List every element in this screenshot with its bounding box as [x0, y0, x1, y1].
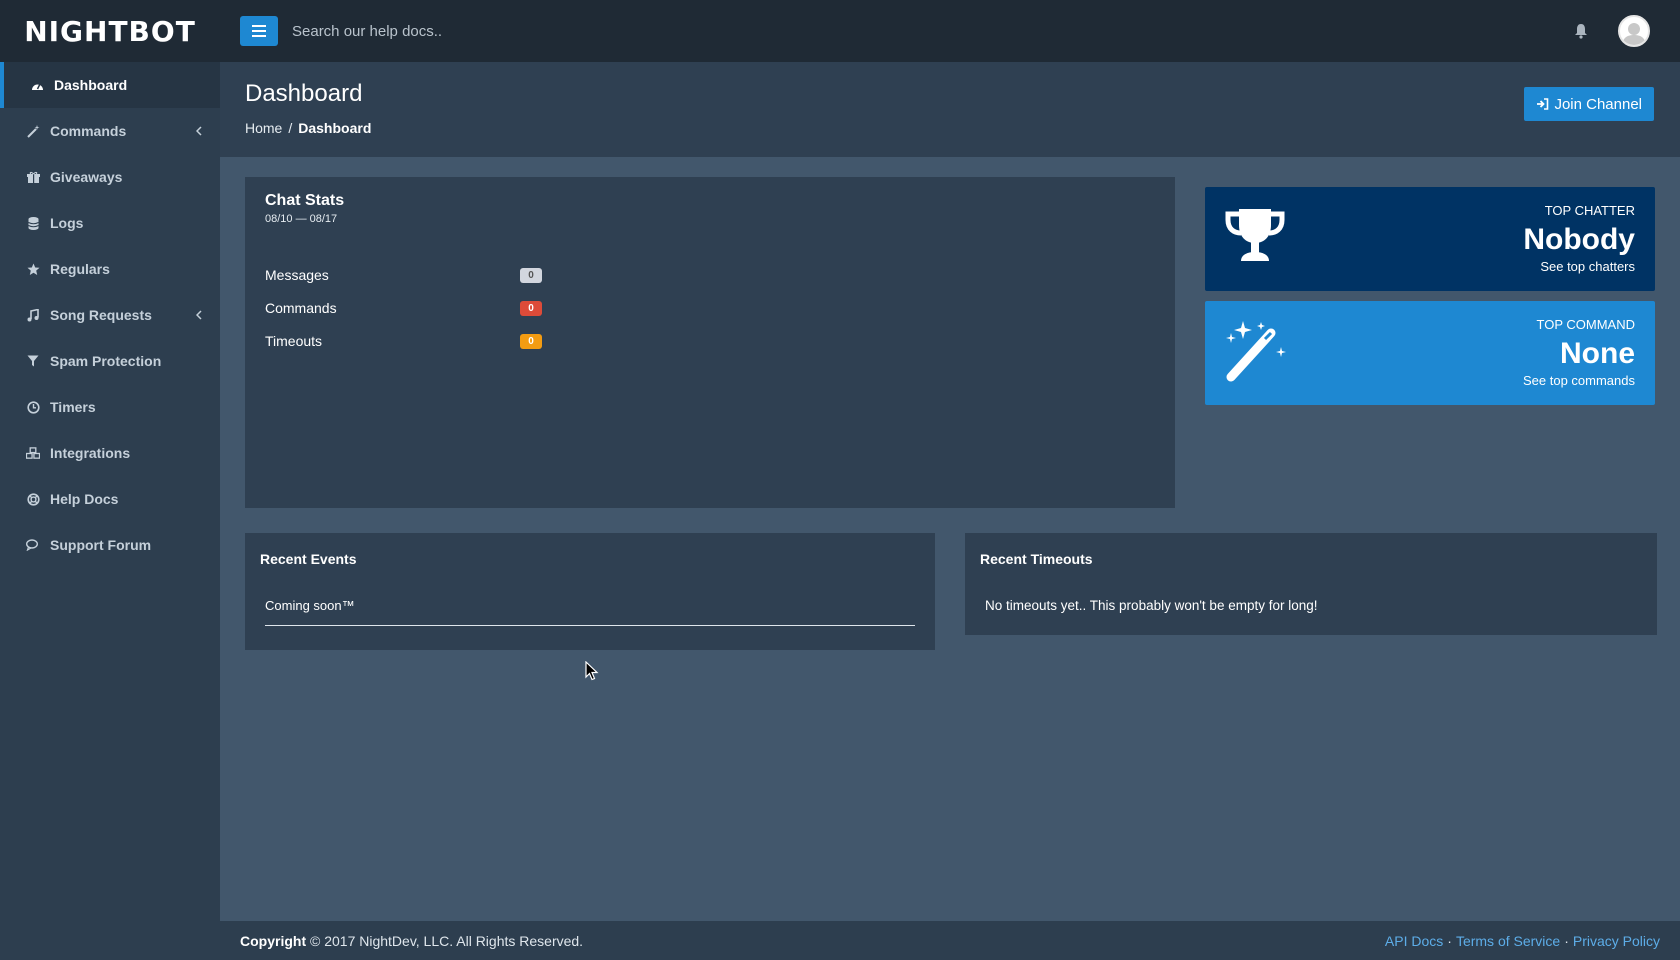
- sidebar-item-label: Help Docs: [50, 491, 119, 507]
- sidebar-item-label: Giveaways: [50, 169, 123, 185]
- sidebar-item-label: Commands: [50, 123, 127, 139]
- chat-stats-date-range: 08/10 — 08/17: [265, 213, 338, 225]
- recent-timeouts-panel: Recent Timeouts No timeouts yet.. This p…: [965, 533, 1657, 635]
- join-channel-button[interactable]: Join Channel: [1524, 87, 1654, 121]
- top-chatter-label: TOP CHATTER: [1544, 203, 1635, 218]
- clock-icon: [26, 400, 40, 414]
- hamburger-icon: [252, 25, 266, 37]
- messages-count-badge: 0: [520, 267, 542, 283]
- top-chatter-box: TOP CHATTER Nobody See top chatters: [1205, 187, 1655, 291]
- user-avatar[interactable]: [1618, 15, 1650, 47]
- stat-row-messages: Messages 0: [265, 265, 545, 285]
- timeouts-count-badge: 0: [520, 333, 542, 349]
- breadcrumb-current: Dashboard: [298, 120, 372, 136]
- database-icon: [26, 216, 40, 230]
- breadcrumb-home-link[interactable]: Home: [245, 120, 282, 136]
- top-right-controls: [1574, 0, 1650, 62]
- stat-row-commands: Commands 0: [265, 298, 545, 318]
- sidebar-item-song-requests[interactable]: Song Requests: [0, 292, 220, 338]
- nightbot-logo[interactable]: NIGHTBOT: [0, 0, 220, 62]
- life-ring-icon: [26, 492, 40, 506]
- sidebar-item-label: Song Requests: [50, 307, 152, 323]
- sidebar-item-logs[interactable]: Logs: [0, 200, 220, 246]
- gift-icon: [26, 170, 40, 184]
- breadcrumb: Home / Dashboard: [245, 120, 371, 136]
- star-icon: [26, 262, 40, 276]
- page-header: Dashboard Home / Dashboard Join Channel: [220, 62, 1680, 157]
- bell-icon[interactable]: [1574, 23, 1588, 39]
- chevron-left-icon: [195, 307, 202, 323]
- api-docs-link[interactable]: API Docs: [1385, 933, 1443, 949]
- stat-label: Timeouts: [265, 333, 323, 349]
- chat-stats-panel: Chat Stats 08/10 — 08/17 Messages 0 Comm…: [245, 177, 1175, 508]
- sidebar-item-label: Dashboard: [54, 77, 128, 93]
- sidebar-item-integrations[interactable]: Integrations: [0, 430, 220, 476]
- top-command-value: None: [1560, 337, 1635, 370]
- sidebar-item-label: Spam Protection: [50, 353, 162, 369]
- copyright-bold: Copyright: [240, 932, 307, 949]
- sidebar-item-label: Timers: [50, 399, 96, 415]
- recent-timeouts-body: No timeouts yet.. This probably won't be…: [985, 598, 1318, 613]
- recent-events-body: Coming soon™: [265, 598, 915, 626]
- terms-of-service-link[interactable]: Terms of Service: [1456, 933, 1560, 949]
- chat-stats-title: Chat Stats: [265, 192, 345, 209]
- recent-timeouts-title: Recent Timeouts: [980, 551, 1093, 567]
- sign-in-icon: [1537, 98, 1549, 110]
- music-icon: [26, 308, 40, 322]
- cubes-icon: [26, 446, 40, 460]
- chevron-left-icon: [195, 123, 202, 139]
- sidebar-item-label: Integrations: [50, 445, 131, 461]
- sidebar-item-label: Logs: [50, 215, 84, 231]
- sidebar-item-support-forum[interactable]: Support Forum: [0, 522, 220, 568]
- copyright-text: © 2017 NightDev, LLC. All Rights Reserve…: [310, 932, 584, 949]
- sidebar-item-dashboard[interactable]: Dashboard: [0, 62, 220, 108]
- sidebar-item-spam-protection[interactable]: Spam Protection: [0, 338, 220, 384]
- stat-label: Messages: [265, 267, 329, 283]
- sidebar-item-label: Regulars: [50, 261, 110, 277]
- mouse-cursor-icon: [585, 661, 599, 681]
- sidebar-item-timers[interactable]: Timers: [0, 384, 220, 430]
- magic-wand-icon: [1226, 321, 1286, 382]
- top-chatter-value: Nobody: [1523, 223, 1635, 256]
- user-silhouette-icon: [1622, 23, 1646, 45]
- sidebar-item-label: Support Forum: [50, 537, 152, 553]
- sidebar: Dashboard Commands Giveaways Logs Regula…: [0, 62, 220, 960]
- top-command-box: TOP COMMAND None See top commands: [1205, 301, 1655, 405]
- comments-icon: [26, 538, 40, 552]
- sidebar-item-commands[interactable]: Commands: [0, 108, 220, 154]
- footer: Copyright © 2017 NightDev, LLC. All Righ…: [220, 921, 1680, 960]
- sidebar-item-giveaways[interactable]: Giveaways: [0, 154, 220, 200]
- join-channel-label: Join Channel: [1554, 95, 1642, 113]
- recent-events-title: Recent Events: [260, 551, 357, 567]
- breadcrumb-separator: /: [288, 120, 293, 136]
- recent-events-panel: Recent Events Coming soon™: [245, 533, 935, 650]
- magic-wand-icon: [26, 124, 40, 138]
- page-title: Dashboard: [245, 80, 363, 107]
- sidebar-item-help-docs[interactable]: Help Docs: [0, 476, 220, 522]
- see-top-chatters-link[interactable]: See top chatters: [1540, 259, 1635, 274]
- stat-row-timeouts: Timeouts 0: [265, 331, 545, 351]
- top-command-label: TOP COMMAND: [1536, 317, 1635, 332]
- trophy-icon: [1225, 209, 1285, 261]
- sidebar-toggle-button[interactable]: [240, 16, 278, 46]
- footer-copyright: Copyright © 2017 NightDev, LLC. All Righ…: [240, 933, 583, 949]
- footer-separator: ·: [1447, 932, 1452, 949]
- search-input[interactable]: [292, 15, 892, 47]
- filter-icon: [26, 354, 40, 368]
- privacy-policy-link[interactable]: Privacy Policy: [1573, 933, 1660, 949]
- sidebar-item-regulars[interactable]: Regulars: [0, 246, 220, 292]
- commands-count-badge: 0: [520, 300, 542, 316]
- dashboard-icon: [30, 78, 44, 92]
- see-top-commands-link[interactable]: See top commands: [1523, 373, 1635, 388]
- footer-separator: ·: [1564, 932, 1569, 949]
- footer-links: API Docs · Terms of Service · Privacy Policy: [1385, 933, 1660, 949]
- top-bar: NIGHTBOT: [0, 0, 1680, 62]
- stat-label: Commands: [265, 300, 337, 316]
